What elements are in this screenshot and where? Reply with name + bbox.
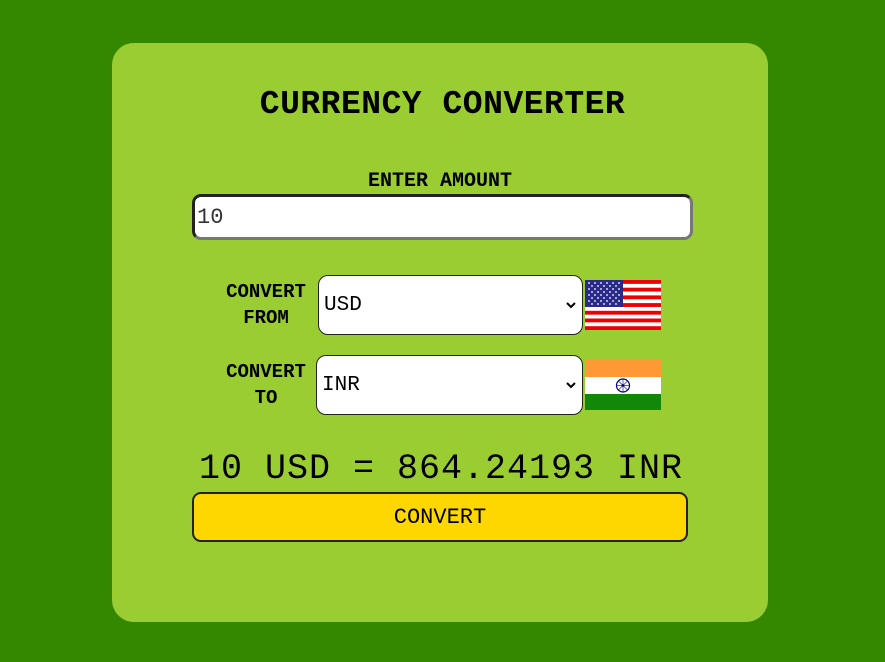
from-currency-select[interactable]: USD <box>318 275 583 335</box>
from-currency-value: USD <box>324 293 362 317</box>
amount-input[interactable] <box>192 194 693 240</box>
chevron-down-icon <box>566 382 576 389</box>
convert-to-label: CONVERT TO <box>216 359 316 411</box>
convert-button[interactable]: CONVERT <box>192 492 688 542</box>
conversion-result: 10 USD = 864.24193 INR <box>198 449 684 489</box>
page-title: CURRENCY CONVERTER <box>259 86 626 123</box>
convert-from-label-line2: FROM <box>243 307 289 329</box>
convert-from-label: CONVERT FROM <box>216 279 316 331</box>
to-currency-select[interactable]: INR <box>316 355 583 415</box>
convert-to-label-line1: CONVERT <box>226 361 306 383</box>
to-currency-value: INR <box>322 373 360 397</box>
chevron-down-icon <box>566 302 576 309</box>
india-flag-icon <box>585 360 661 410</box>
amount-label: ENTER AMOUNT <box>367 170 513 193</box>
convert-to-label-line2: TO <box>254 387 278 409</box>
convert-from-label-line1: CONVERT <box>226 281 306 303</box>
us-flag-icon <box>585 280 661 330</box>
